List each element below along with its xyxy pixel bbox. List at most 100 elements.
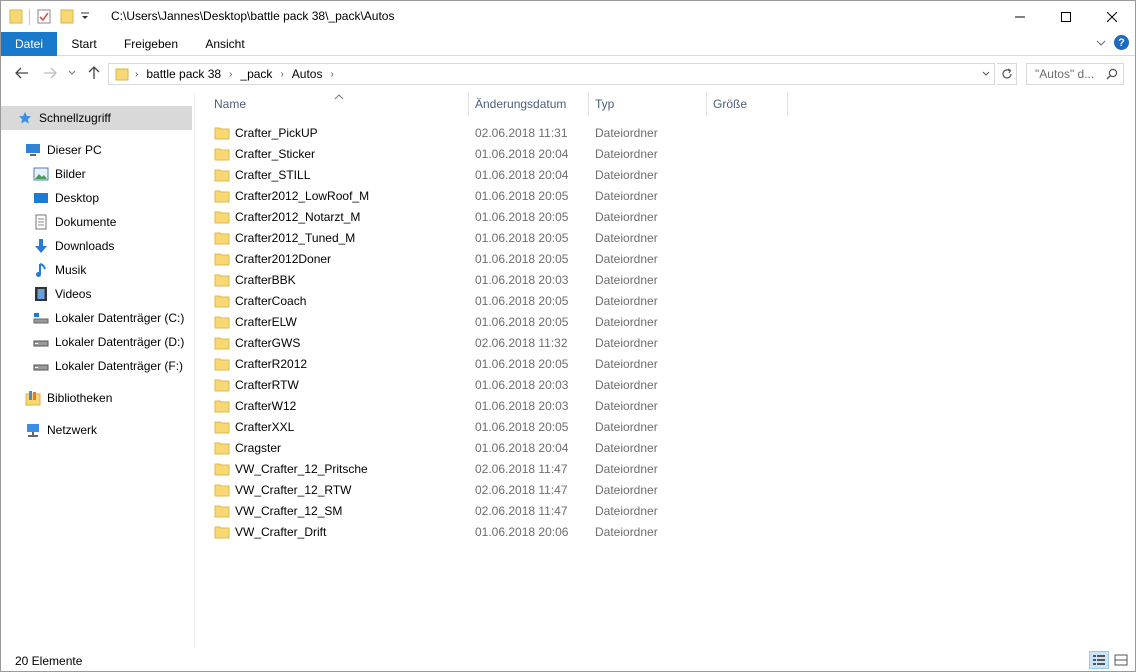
sidebar-item-network[interactable]: Netzwerk: [25, 418, 97, 442]
table-row[interactable]: CrafterXXL 01.06.2018 20:05 Dateiordner: [214, 416, 774, 437]
table-row[interactable]: CrafterW12 01.06.2018 20:03 Dateiordner: [214, 395, 774, 416]
table-row[interactable]: CrafterRTW 01.06.2018 20:03 Dateiordner: [214, 374, 774, 395]
folder-icon: [214, 483, 230, 497]
table-row[interactable]: CrafterBBK 01.06.2018 20:03 Dateiordner: [214, 269, 774, 290]
column-header-date[interactable]: Änderungsdatum: [469, 92, 588, 116]
sidebar-item-drive-d[interactable]: Lokaler Datenträger (D:): [33, 330, 184, 354]
table-row[interactable]: Crafter2012Doner 01.06.2018 20:05 Dateiord…: [214, 248, 774, 269]
table-row[interactable]: CrafterGWS 02.06.2018 11:32 Dateiordner: [214, 332, 774, 353]
table-row[interactable]: CrafterELW 01.06.2018 20:05 Dateiordner: [214, 311, 774, 332]
sidebar-item-desktop[interactable]: Desktop: [33, 186, 99, 210]
drive-icon: [33, 334, 49, 350]
table-row[interactable]: Crafter2012_Notarzt_M 01.06.2018 20:05 Dat…: [214, 206, 774, 227]
tab-start[interactable]: Start: [57, 32, 111, 56]
expand-ribbon-icon[interactable]: [1096, 36, 1106, 50]
column-header-name[interactable]: Name: [208, 92, 468, 116]
folder-icon: [214, 420, 230, 434]
sidebar-item-quick-access[interactable]: Schnellzugriff: [1, 106, 192, 130]
file-name: Crafter2012_LowRoof_M: [235, 188, 370, 203]
refresh-button[interactable]: [997, 63, 1017, 85]
address-dropdown-button[interactable]: [978, 64, 994, 84]
file-name: CrafterBBK: [235, 272, 296, 287]
file-date: 01.06.2018 20:05: [475, 293, 569, 308]
file-date: 02.06.2018 11:47: [475, 503, 568, 518]
column-header-type[interactable]: Typ: [589, 92, 706, 116]
breadcrumb-chevron-icon[interactable]: ›: [131, 69, 142, 80]
table-row[interactable]: Crafter_Sticker 01.06.2018 20:04 Dateiordn…: [214, 143, 774, 164]
back-button[interactable]: [13, 64, 31, 82]
table-row[interactable]: Crafter2012_LowRoof_M 01.06.2018 20:05 Dat…: [214, 185, 774, 206]
file-date: 01.06.2018 20:05: [475, 419, 569, 434]
breadcrumb-chevron-icon[interactable]: ›: [276, 69, 287, 80]
recent-locations-button[interactable]: [65, 64, 79, 82]
table-row[interactable]: CrafterR2012 01.06.2018 20:05 Dateiordner: [214, 353, 774, 374]
file-type: Dateiordner: [595, 335, 658, 350]
minimize-button[interactable]: [997, 1, 1043, 32]
table-row[interactable]: Crafter_STILL 01.06.2018 20:04 Dateiordner: [214, 164, 774, 185]
folder-icon: [214, 315, 230, 329]
sidebar-item-drive-f[interactable]: Lokaler Datenträger (F:): [33, 354, 183, 378]
forward-button[interactable]: [41, 64, 59, 82]
sidebar-item-bilder[interactable]: Bilder: [33, 162, 86, 186]
details-view-button[interactable]: [1089, 651, 1109, 669]
file-name: CrafterELW: [235, 314, 297, 329]
maximize-icon: [1061, 11, 1071, 22]
breadcrumb-pack[interactable]: _pack: [236, 67, 276, 81]
table-row[interactable]: VW_Crafter_Drift 01.06.2018 20:06 Dateiord…: [214, 521, 774, 542]
file-type: Dateiordner: [595, 398, 658, 413]
folder-icon: [214, 252, 230, 266]
breadcrumb-chevron-icon[interactable]: ›: [225, 69, 236, 80]
large-icons-view-button[interactable]: [1111, 651, 1131, 669]
search-input[interactable]: "Autos" d...: [1026, 63, 1124, 85]
column-header-size[interactable]: Größe: [707, 92, 787, 116]
folder-icon: [214, 189, 230, 203]
table-row[interactable]: VW_Crafter_12_SM 02.06.2018 11:47 Dateiord…: [214, 500, 774, 521]
sidebar-item-label: Lokaler Datenträger (F:): [55, 359, 184, 373]
table-row[interactable]: Crafter2012_Tuned_M 01.06.2018 20:05 Datei…: [214, 227, 774, 248]
file-name: VW_Crafter_12_Pritsche: [235, 461, 368, 476]
table-row[interactable]: VW_Crafter_12_RTW 02.06.2018 11:47 Dateior…: [214, 479, 774, 500]
navigation-pane: Schnellzugriff Dieser PC Bilder Desktop …: [1, 93, 195, 648]
tab-freigeben[interactable]: Freigeben: [111, 32, 191, 56]
new-folder-icon[interactable]: [60, 8, 74, 27]
sidebar-item-libraries[interactable]: Bibliotheken: [25, 386, 112, 410]
folder-icon: [214, 210, 230, 224]
file-date: 01.06.2018 20:03: [475, 398, 569, 413]
refresh-icon: [1001, 68, 1012, 79]
window-title: C:\Users\Jannes\Desktop\battle pack 38\_…: [111, 9, 395, 23]
sidebar-item-dokumente[interactable]: Dokumente: [33, 210, 116, 234]
file-type: Dateiordner: [595, 461, 658, 476]
sidebar-item-downloads[interactable]: Downloads: [33, 234, 114, 258]
folder-icon: [9, 8, 23, 27]
up-button[interactable]: [85, 64, 103, 82]
properties-icon[interactable]: [36, 8, 52, 27]
file-type: Dateiordner: [595, 251, 658, 266]
table-row[interactable]: CrafterCoach 01.06.2018 20:05 Dateiordner: [214, 290, 774, 311]
breadcrumb-battle-pack[interactable]: battle pack 38: [142, 67, 225, 81]
file-name: Cragster: [235, 440, 282, 455]
file-type: Dateiordner: [595, 272, 658, 287]
tab-ansicht[interactable]: Ansicht: [191, 32, 259, 56]
table-row[interactable]: VW_Crafter_12_Pritsche 02.06.2018 11:47 Da…: [214, 458, 774, 479]
sidebar-item-label: Dieser PC: [47, 143, 102, 157]
sidebar-item-musik[interactable]: Musik: [33, 258, 86, 282]
table-row[interactable]: Cragster 01.06.2018 20:04 Dateiordner: [214, 437, 774, 458]
maximize-button[interactable]: [1043, 1, 1089, 32]
breadcrumb-chevron-icon[interactable]: ›: [326, 69, 337, 80]
customize-qat-icon[interactable]: [80, 10, 90, 25]
file-type: Dateiordner: [595, 356, 658, 371]
forward-arrow-icon: [44, 67, 57, 79]
close-button[interactable]: [1089, 1, 1135, 32]
sidebar-item-videos[interactable]: Videos: [33, 282, 91, 306]
address-bar[interactable]: › battle pack 38 › _pack › Autos ›: [108, 63, 995, 85]
explorer-window: C:\Users\Jannes\Desktop\battle pack 38\_…: [0, 0, 1136, 672]
sidebar-item-this-pc[interactable]: Dieser PC: [25, 138, 102, 162]
file-name: CrafterCoach: [235, 293, 307, 308]
help-icon[interactable]: ?: [1114, 35, 1129, 50]
breadcrumb-autos[interactable]: Autos: [288, 67, 327, 81]
file-date: 02.06.2018 11:47: [475, 461, 568, 476]
tab-datei[interactable]: Datei: [1, 32, 57, 56]
table-row[interactable]: Crafter_PickUP 02.06.2018 11:31 Dateiordne…: [214, 122, 774, 143]
folder-icon: [214, 441, 230, 455]
sidebar-item-drive-c[interactable]: Lokaler Datenträger (C:): [33, 306, 184, 330]
